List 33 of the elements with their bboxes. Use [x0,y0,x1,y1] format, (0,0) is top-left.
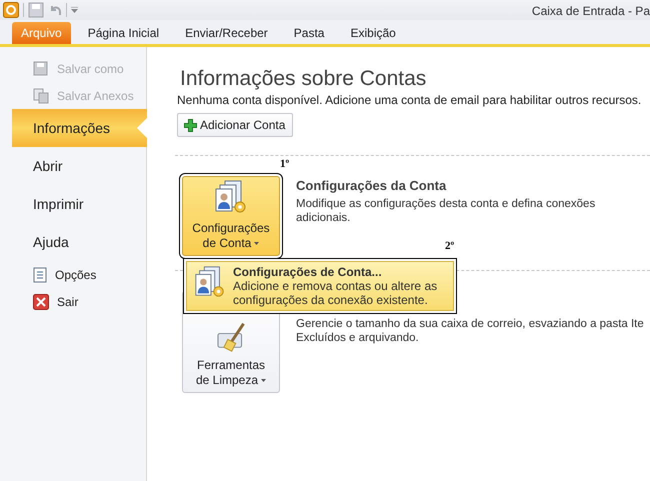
large-dropdown-button[interactable]: Configurações de Conta [182,176,280,256]
broom-icon [217,322,245,352]
undo-icon[interactable] [48,3,62,17]
section-description: Gerencie o tamanho da sua caixa de correio, esvaziando a pasta Ite Excluídos e arquivando. [296,317,645,345]
save-as-icon [33,60,49,76]
sidebar-item[interactable]: Ajuda [12,223,146,261]
document-icon [33,266,47,282]
caret-icon [254,242,260,245]
page-title: Informações sobre Contas [179,67,428,91]
dropdown-caret-icon[interactable] [71,7,78,13]
attachments-icon [33,88,49,104]
sidebar-item[interactable]: Abrir [12,147,146,185]
step-marker: 2º [445,240,454,252]
menu-item[interactable]: Configurações de Conta... Adicione e remova contas ou altere as configurações da conexão existente. [186,261,454,311]
subtitle-text: Nenhuma conta disponível. Adicione uma conta de email para habilitar outros recursos. [177,93,642,107]
sidebar-item[interactable]: Imprimir [12,185,146,223]
step-marker: 1º [280,158,290,170]
app-logo-icon[interactable] [3,2,19,18]
ribbon-tab[interactable]: Exibição [337,22,409,44]
section-description: Modifique as configurações desta conta e defina conexões adicionais. [296,197,596,225]
window-title: Caixa de Entrada - Pa [532,4,650,18]
close-icon [33,294,49,310]
add-account-button[interactable]: Adicionar Conta [177,113,294,137]
ribbon-tab[interactable]: Enviar/Receber [172,22,281,44]
ribbon-tab[interactable]: Pasta [280,22,338,44]
sidebar-item[interactable]: Sair [12,288,146,315]
caret-icon [261,379,266,382]
ribbon-tab[interactable]: Página Inicial [74,22,172,44]
sidebar-item[interactable]: Informações [12,109,147,147]
sidebar-item[interactable]: Opções [12,261,146,288]
save-icon[interactable] [28,2,44,18]
section-heading: Configurações da Conta [296,178,448,193]
plus-icon [184,118,197,132]
